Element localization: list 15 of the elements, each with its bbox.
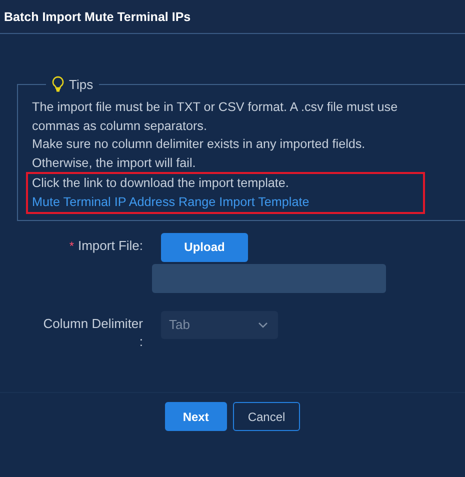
field-label: Import File:: [78, 236, 143, 255]
cancel-button[interactable]: Cancel: [232, 402, 300, 431]
required-mark: *: [69, 238, 74, 255]
next-button[interactable]: Next: [164, 402, 227, 431]
upload-button[interactable]: Upload: [161, 232, 248, 262]
tip-text: Click the link to download the import template.: [32, 175, 290, 192]
file-field[interactable]: [152, 264, 386, 293]
dialog-title: Batch Import Mute Terminal IPs: [4, 10, 191, 24]
chevron-down-icon: [258, 322, 268, 328]
template-link[interactable]: Mute Terminal IP Address Range Import Template: [32, 192, 310, 212]
tip-text: The import file must be in TXT or CSV format. A .csv file must use commas as column separators.: [32, 99, 399, 135]
tip-text: Make sure no column delimiter exists in any imported fields. Otherwise, the import will fail.: [32, 136, 366, 172]
tips-legend: Tips: [69, 76, 94, 92]
field-label: Column Delimiter :: [43, 314, 143, 351]
lightbulb-icon: [52, 76, 64, 92]
